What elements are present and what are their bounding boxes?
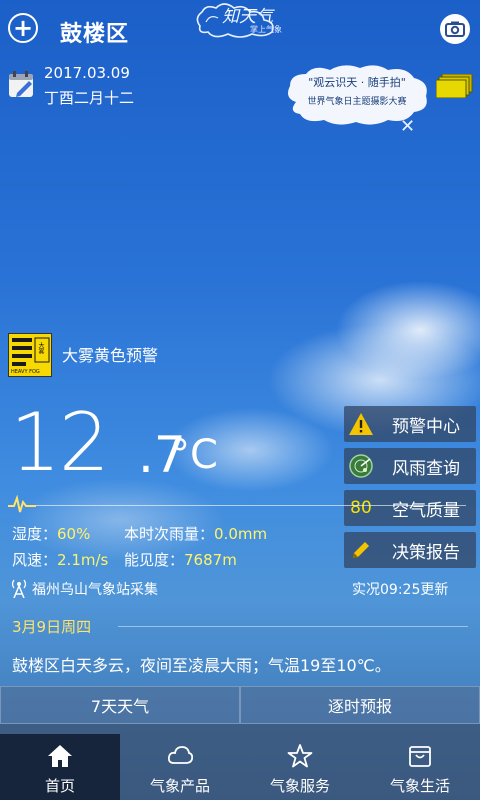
pulse-icon xyxy=(8,494,36,515)
update-time: 实况09:25更新 xyxy=(352,582,449,598)
decision-report-button[interactable]: 决策报告 xyxy=(344,532,476,568)
rainfall-stat: 本时次雨量：0.0mm xyxy=(124,523,267,544)
warning-badge-top: 大雾 xyxy=(37,342,44,354)
humidity-stat: 湿度：60% xyxy=(12,523,90,544)
warning-center-button[interactable]: 预警中心 xyxy=(344,406,476,442)
warning-badge-code: HEAVY FOG xyxy=(11,369,40,375)
nav-weather-life-label: 气象生活 xyxy=(389,777,450,795)
wind-rain-query-button[interactable]: 风雨查询 xyxy=(344,448,476,484)
camera-button[interactable] xyxy=(440,14,470,44)
visibility-stat: 能见度：7687m xyxy=(124,549,237,570)
app-root: + 鼓楼区 知天气 掌上气象 2017.03.09 丁酉二月十二 "观云识天 ·… xyxy=(0,0,480,800)
bottom-nav: 首页 气象产品 气象服务 气象生活 xyxy=(0,734,480,800)
warning-triangle-icon xyxy=(349,413,373,435)
wind-stat: 风速：2.1m/s xyxy=(12,549,108,570)
aqi-value: 80 xyxy=(350,498,372,518)
gallery-icon[interactable] xyxy=(435,73,474,99)
visibility-value: 7687m xyxy=(184,551,237,569)
city-title[interactable]: 鼓楼区 xyxy=(60,16,129,48)
promo-line-1: "观云识天 · 随手拍" xyxy=(308,76,406,89)
temperature-unit: °C xyxy=(170,432,218,478)
humidity-value: 60% xyxy=(57,525,91,543)
add-city-button[interactable]: + xyxy=(8,13,38,43)
visibility-label: 能见度： xyxy=(124,551,185,569)
fog-warning-icon[interactable]: 大雾 HEAVY FOG xyxy=(8,333,52,377)
humidity-label: 湿度： xyxy=(12,525,58,543)
bag-icon xyxy=(409,746,431,767)
temperature-integer: 12 xyxy=(10,396,110,489)
wind-label: 风速： xyxy=(12,551,58,569)
brand-logo: 知天气 掌上气象 xyxy=(192,0,288,42)
divider-line xyxy=(36,505,466,506)
star-icon xyxy=(287,744,313,768)
forecast-divider xyxy=(118,626,468,627)
calendar-icon[interactable] xyxy=(8,71,36,99)
camera-icon xyxy=(445,21,465,37)
nav-weather-life[interactable]: 气象生活 xyxy=(360,734,480,800)
forecast-tabs: 7天天气 逐时预报 xyxy=(0,686,480,724)
nav-weather-products[interactable]: 气象产品 xyxy=(120,734,240,800)
lunar-date: 丁酉二月十二 xyxy=(44,89,135,107)
forecast-summary: 鼓楼区白天多云，夜间至凌晨大雨；气温19至10℃。 xyxy=(12,656,391,675)
nav-home-label: 首页 xyxy=(44,777,75,795)
tab-7-day[interactable]: 7天天气 xyxy=(0,686,240,724)
station-source: 福州乌山气象站采集 xyxy=(32,582,158,598)
decision-report-label: 决策报告 xyxy=(392,542,460,563)
forecast-date: 3月9日周四 xyxy=(12,618,92,636)
current-date: 2017.03.09 xyxy=(44,64,130,82)
radar-icon xyxy=(349,454,373,478)
air-quality-label: 空气质量 xyxy=(392,500,460,521)
air-quality-button[interactable]: 80 空气质量 xyxy=(344,490,476,526)
station-antenna-icon xyxy=(10,578,28,599)
rainfall-value: 0.0mm xyxy=(214,525,268,543)
close-promo-button[interactable]: ✕ xyxy=(400,118,415,136)
brand-subtitle: 掌上气象 xyxy=(250,25,282,34)
nav-weather-services[interactable]: 气象服务 xyxy=(240,734,360,800)
tab-hourly[interactable]: 逐时预报 xyxy=(240,686,480,724)
wind-rain-query-label: 风雨查询 xyxy=(392,458,460,479)
warning-text[interactable]: 大雾黄色预警 xyxy=(62,342,158,366)
home-icon xyxy=(48,745,72,767)
pencil-icon xyxy=(353,542,369,558)
nav-home[interactable]: 首页 xyxy=(0,734,120,800)
rainfall-label: 本时次雨量： xyxy=(124,525,215,543)
cloud-icon xyxy=(167,746,193,764)
nav-weather-products-label: 气象产品 xyxy=(149,777,210,795)
wind-value: 2.1m/s xyxy=(57,551,109,569)
nav-weather-services-label: 气象服务 xyxy=(269,777,330,795)
promo-line-2: 世界气象日主题摄影大赛 xyxy=(307,97,407,107)
warning-center-label: 预警中心 xyxy=(392,416,460,437)
